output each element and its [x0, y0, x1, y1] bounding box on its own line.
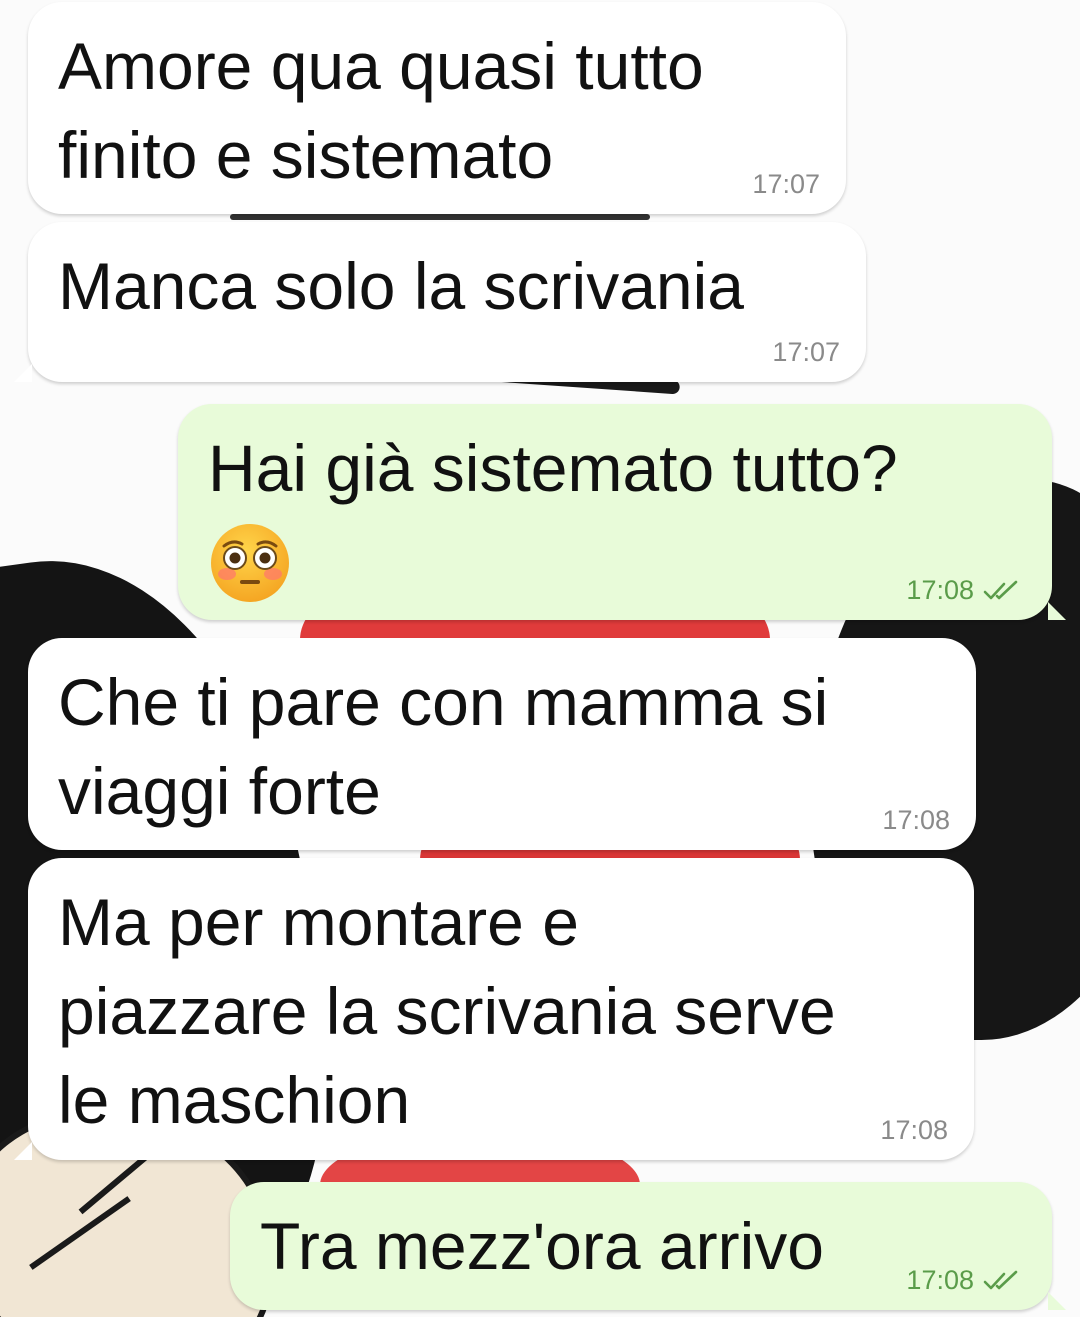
- message-timestamp: 17:08: [882, 805, 950, 835]
- bubble-tail: [14, 364, 32, 382]
- message-text: Tra mezz'ora arrivo: [260, 1209, 824, 1283]
- bubble-tail: [1048, 1292, 1066, 1310]
- incoming-message-bubble[interactable]: Che ti pare con mamma si viaggi forte 17…: [28, 638, 976, 850]
- outgoing-message-bubble[interactable]: Tra mezz'ora arrivo 17:08: [230, 1182, 1066, 1310]
- message-text: Che ti pare con mamma si viaggi forte: [58, 665, 829, 828]
- outgoing-message-bubble[interactable]: Hai già sistemato tutto? 17:08: [178, 404, 1066, 620]
- incoming-message-bubble[interactable]: Ma per montare e piazzare la scrivania s…: [14, 858, 974, 1160]
- incoming-message-bubble[interactable]: Amore qua quasi tutto finito e sistemato…: [28, 2, 846, 214]
- message-text: Ma per montare e piazzare la scrivania s…: [58, 885, 836, 1137]
- message-text: Amore qua quasi tutto finito e sistemato: [58, 29, 704, 192]
- incoming-message-bubble[interactable]: Manca solo la scrivania 17:07: [14, 222, 866, 382]
- message-text: Hai già sistemato tutto?: [208, 431, 898, 505]
- message-timestamp: 17:08: [906, 1265, 974, 1295]
- message-meta: 17:08: [906, 575, 1026, 606]
- read-double-check-icon: [983, 580, 1018, 599]
- message-meta: 17:08: [882, 805, 950, 836]
- message-meta: 17:08: [880, 1115, 948, 1146]
- flushed-face-emoji: [211, 524, 289, 602]
- message-timestamp: 17:07: [752, 169, 820, 199]
- message-timestamp: 17:08: [880, 1115, 948, 1145]
- message-timestamp: 17:07: [772, 337, 840, 367]
- message-meta: 17:08: [906, 1265, 1026, 1296]
- message-text: Manca solo la scrivania: [58, 249, 744, 323]
- message-timestamp: 17:08: [906, 575, 974, 605]
- bubble-tail: [14, 1142, 32, 1160]
- message-list[interactable]: Amore qua quasi tutto finito e sistemato…: [0, 0, 1080, 1317]
- bubble-tail: [1048, 602, 1066, 620]
- message-meta: 17:07: [772, 337, 840, 368]
- message-meta: 17:07: [752, 169, 820, 200]
- read-double-check-icon: [983, 1270, 1018, 1289]
